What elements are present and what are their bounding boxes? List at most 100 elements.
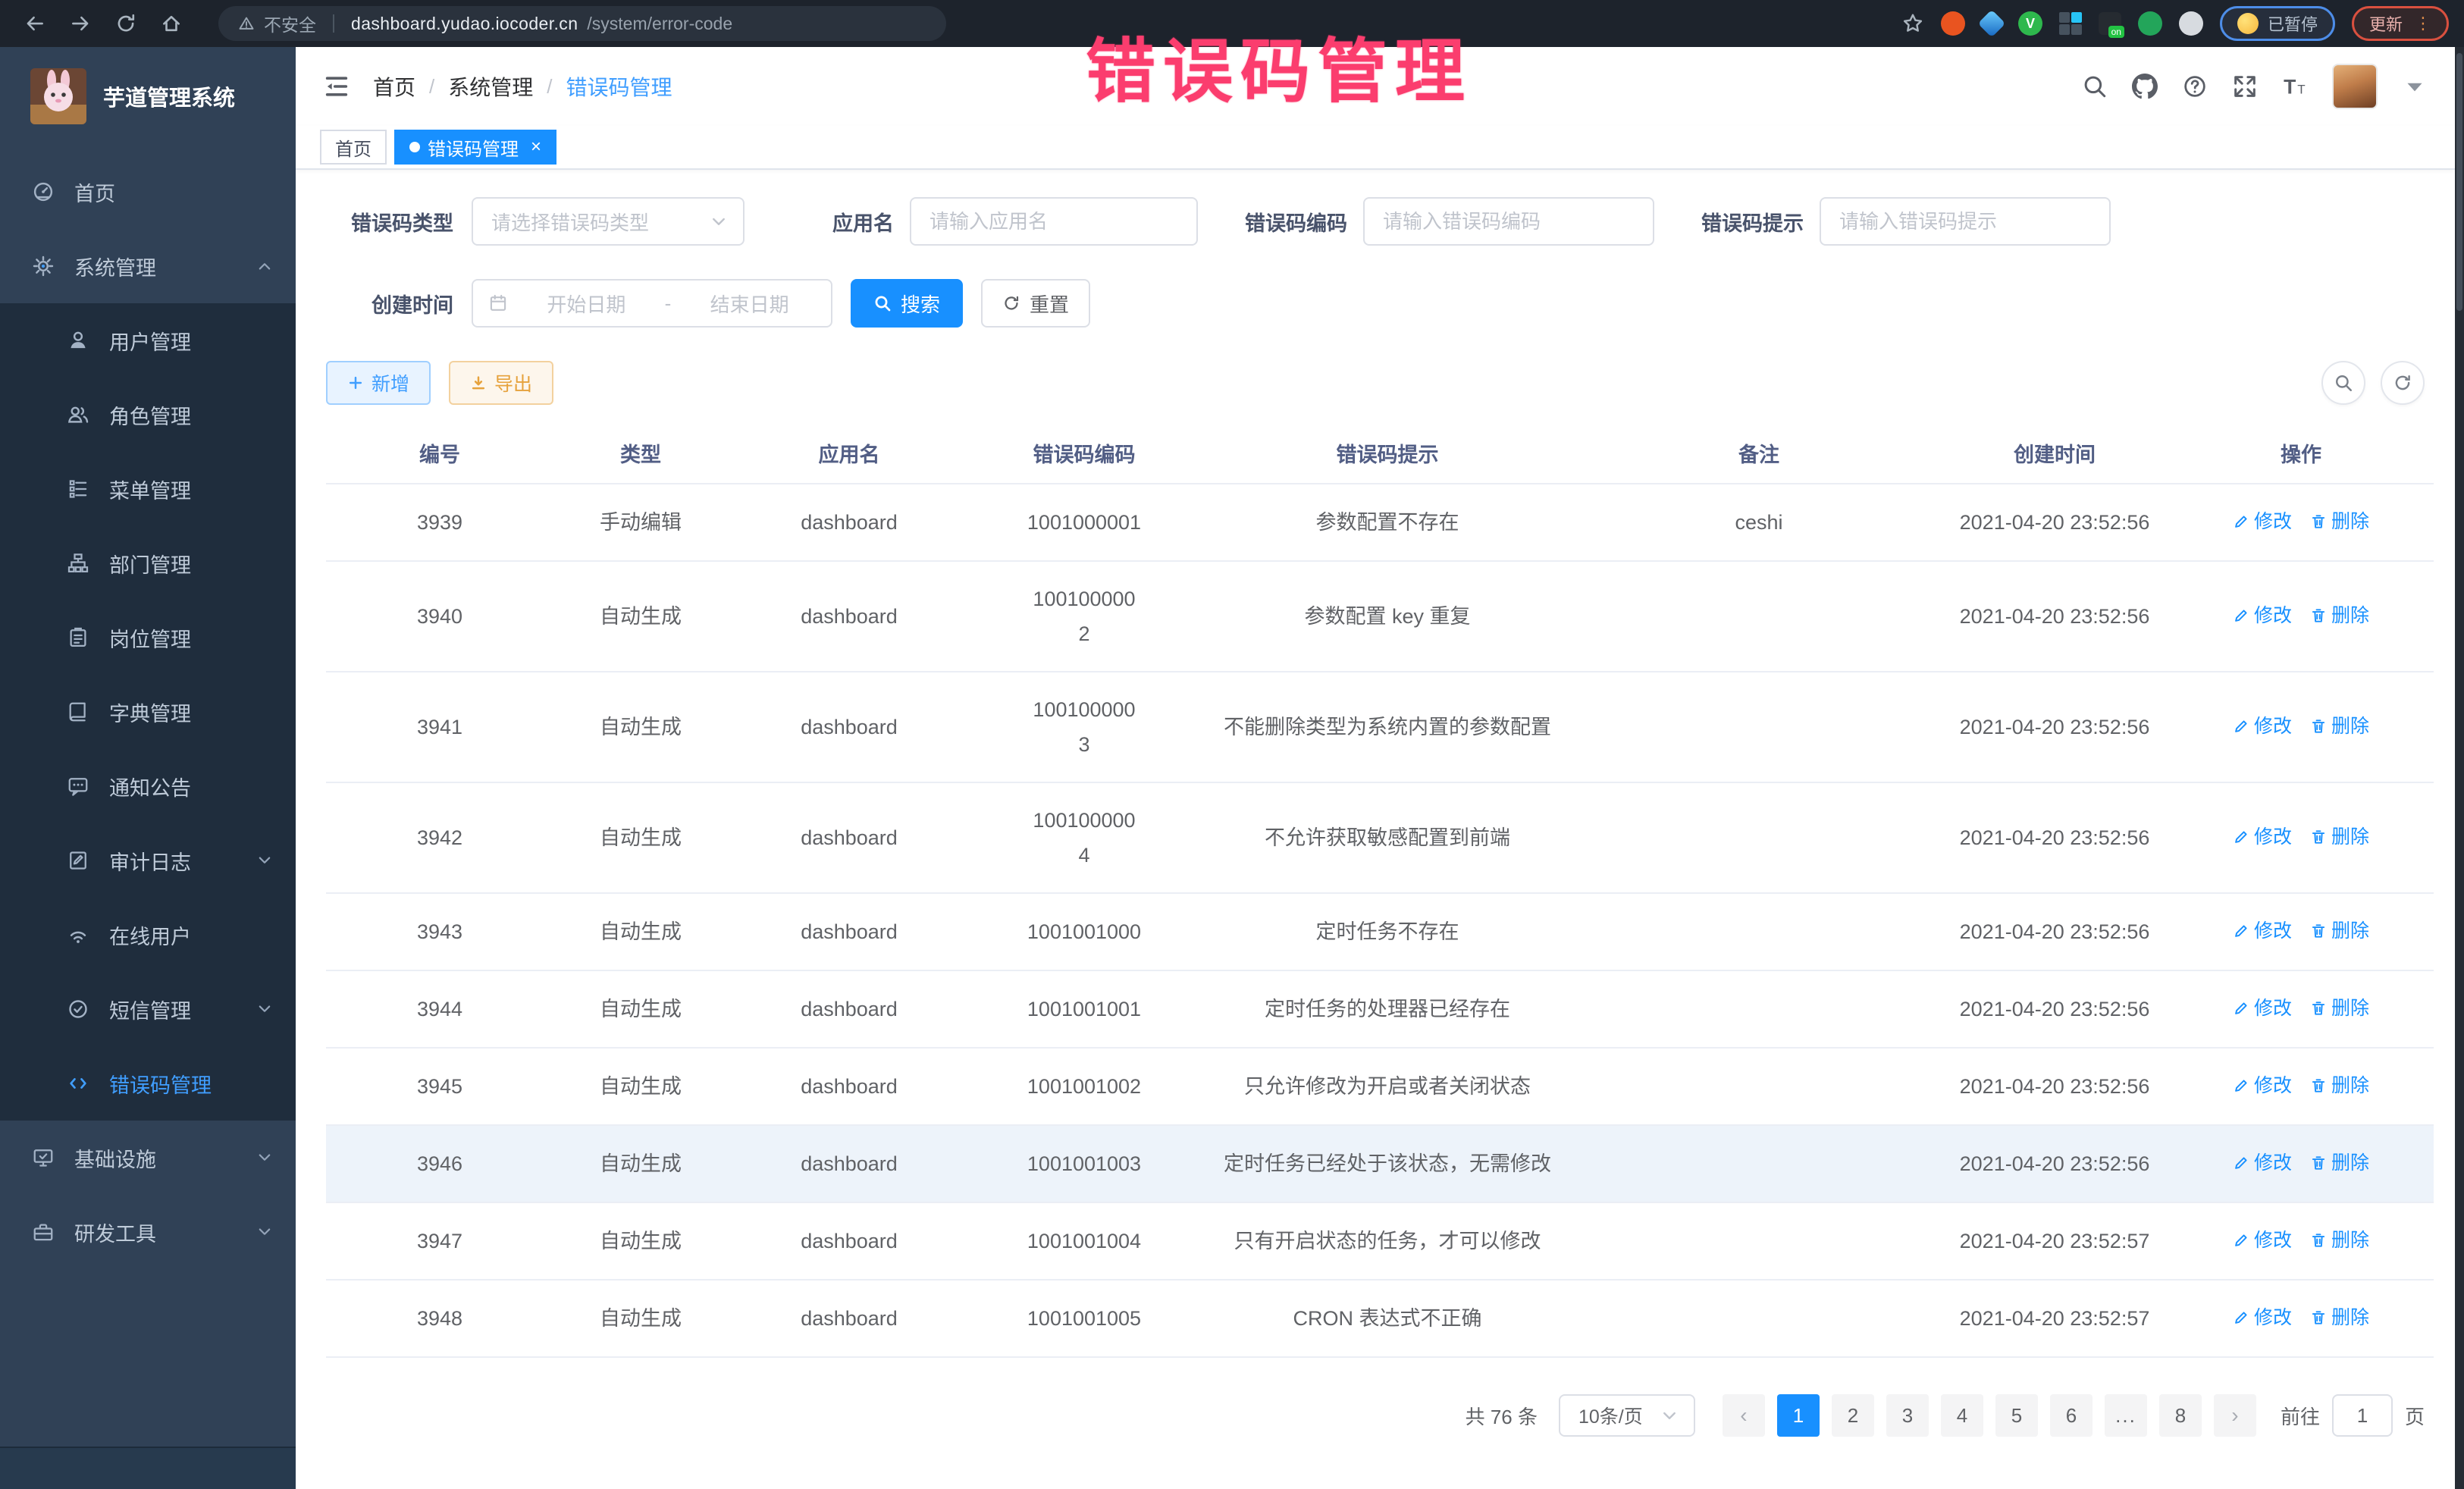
security-label[interactable]: 不安全 bbox=[264, 11, 316, 36]
edit-link[interactable]: 修改 bbox=[2233, 991, 2292, 1026]
sidebar-item-sms-management[interactable]: 短信管理 bbox=[0, 972, 296, 1046]
search-icon[interactable] bbox=[2082, 74, 2108, 99]
ubuntu-extension-icon[interactable] bbox=[1941, 11, 1965, 36]
puzzle-extension-icon[interactable] bbox=[2179, 11, 2203, 36]
agent-extension-icon[interactable] bbox=[2138, 11, 2162, 36]
sidebar-item-dev-tools[interactable]: 研发工具 bbox=[0, 1195, 296, 1269]
gem-extension-icon[interactable] bbox=[1978, 10, 2006, 38]
tab-home[interactable]: 首页 bbox=[320, 130, 387, 165]
delete-link[interactable]: 删除 bbox=[2310, 1146, 2369, 1180]
edit-link[interactable]: 修改 bbox=[2233, 1068, 2292, 1103]
sidebar-item-online-users[interactable]: 在线用户 bbox=[0, 898, 296, 972]
bookmark-star-icon[interactable] bbox=[1901, 12, 1924, 35]
delete-link[interactable]: 删除 bbox=[2310, 504, 2369, 539]
reload-icon[interactable] bbox=[106, 5, 146, 42]
date-range-picker[interactable]: 开始日期 - 结束日期 bbox=[472, 279, 832, 328]
update-badge[interactable]: 更新⋮ bbox=[2352, 6, 2449, 41]
edit-link[interactable]: 修改 bbox=[2233, 1146, 2292, 1180]
page-button-6[interactable]: 6 bbox=[2050, 1394, 2093, 1437]
edit-link[interactable]: 修改 bbox=[2233, 914, 2292, 948]
font-size-icon[interactable]: TT bbox=[2282, 74, 2308, 99]
tiles-extension-icon[interactable] bbox=[2059, 12, 2082, 35]
error-hint-input[interactable] bbox=[1820, 197, 2111, 246]
delete-link[interactable]: 删除 bbox=[2310, 1068, 2369, 1103]
sidebar-item-label: 通知公告 bbox=[109, 772, 191, 801]
refresh-table-button[interactable] bbox=[2381, 361, 2425, 405]
delete-link[interactable]: 删除 bbox=[2310, 598, 2369, 633]
add-button[interactable]: 新增 bbox=[326, 361, 431, 405]
cell-time: 2021-04-20 23:52:56 bbox=[1941, 970, 2168, 1048]
forward-arrow-icon[interactable] bbox=[61, 5, 100, 42]
page-button-8[interactable]: 8 bbox=[2159, 1394, 2202, 1437]
delete-link[interactable]: 删除 bbox=[2310, 1300, 2369, 1335]
edit-link[interactable]: 修改 bbox=[2233, 598, 2292, 633]
back-arrow-icon[interactable] bbox=[15, 5, 55, 42]
delete-link[interactable]: 删除 bbox=[2310, 1223, 2369, 1258]
sidebar-item-label: 首页 bbox=[74, 177, 115, 207]
sidebar-item-system-management[interactable]: 系统管理 bbox=[0, 229, 296, 303]
app-name-input[interactable] bbox=[910, 197, 1198, 246]
home-icon[interactable] bbox=[152, 5, 191, 42]
table-row: 3947自动生成dashboard1001001004只有开启状态的任务，才可以… bbox=[326, 1202, 2434, 1280]
github-icon[interactable] bbox=[2132, 74, 2158, 99]
edit-link[interactable]: 修改 bbox=[2233, 504, 2292, 539]
error-code-input[interactable] bbox=[1363, 197, 1654, 246]
sidebar-item-audit-log[interactable]: 审计日志 bbox=[0, 823, 296, 898]
cell-code: 1001001003 bbox=[970, 1125, 1198, 1202]
edit-link[interactable]: 修改 bbox=[2233, 1300, 2292, 1335]
page-button-3[interactable]: 3 bbox=[1886, 1394, 1929, 1437]
reset-button[interactable]: 重置 bbox=[981, 279, 1090, 328]
toggle-search-button[interactable] bbox=[2321, 361, 2365, 405]
breadcrumb-system[interactable]: 系统管理 bbox=[448, 71, 533, 102]
page-button-1[interactable]: 1 bbox=[1777, 1394, 1820, 1437]
page-button-2[interactable]: 2 bbox=[1832, 1394, 1874, 1437]
delete-link[interactable]: 删除 bbox=[2310, 820, 2369, 854]
v-green-extension-icon[interactable]: V bbox=[2018, 11, 2042, 36]
on-badge-extension-icon[interactable]: on bbox=[2099, 12, 2121, 35]
sidebar-item-infrastructure[interactable]: 基础设施 bbox=[0, 1121, 296, 1195]
sidebar-item-menu-management[interactable]: 菜单管理 bbox=[0, 452, 296, 526]
sidebar-item-role-management[interactable]: 角色管理 bbox=[0, 378, 296, 452]
next-page-button[interactable]: › bbox=[2214, 1394, 2256, 1437]
delete-link[interactable]: 删除 bbox=[2310, 709, 2369, 744]
edit-link[interactable]: 修改 bbox=[2233, 820, 2292, 854]
edit-link[interactable]: 修改 bbox=[2233, 1223, 2292, 1258]
sidebar-fold-icon[interactable] bbox=[323, 73, 350, 100]
prev-page-button[interactable]: ‹ bbox=[1723, 1394, 1765, 1437]
delete-link[interactable]: 删除 bbox=[2310, 991, 2369, 1026]
page: 不安全 dashboard.yudao.iocoder.cn/system/er… bbox=[0, 0, 2464, 1489]
filter-row-2: 创建时间 开始日期 - 结束日期 搜索 重置 bbox=[326, 279, 2425, 328]
cell-remark bbox=[1577, 1048, 1941, 1125]
help-icon[interactable] bbox=[2182, 74, 2208, 99]
sidebar-item-dict-management[interactable]: 字典管理 bbox=[0, 675, 296, 749]
page-button-5[interactable]: 5 bbox=[1995, 1394, 2038, 1437]
close-icon[interactable]: × bbox=[531, 138, 541, 156]
page-button-4[interactable]: 4 bbox=[1941, 1394, 1983, 1437]
edit-link[interactable]: 修改 bbox=[2233, 709, 2292, 744]
sidebar-item-user-management[interactable]: 用户管理 bbox=[0, 303, 296, 378]
sidebar-item-post-management[interactable]: 岗位管理 bbox=[0, 600, 296, 675]
more-vert-icon[interactable]: ⋮ bbox=[2415, 15, 2431, 32]
profile-paused-badge[interactable]: 已暂停 bbox=[2220, 6, 2335, 41]
app-logo-row[interactable]: 芋道管理系统 bbox=[0, 47, 296, 139]
caret-down-icon[interactable] bbox=[2402, 74, 2428, 99]
sidebar-item-home[interactable]: 首页 bbox=[0, 155, 296, 229]
browser-scrollbar[interactable] bbox=[2455, 47, 2464, 1489]
export-button[interactable]: 导出 bbox=[449, 361, 553, 405]
tab-error-code[interactable]: 错误码管理× bbox=[394, 130, 556, 165]
page-size-select[interactable]: 10条/页 bbox=[1559, 1394, 1695, 1437]
sidebar-item-error-code-management[interactable]: 错误码管理 bbox=[0, 1046, 296, 1121]
search-button[interactable]: 搜索 bbox=[851, 279, 963, 328]
goto-page-input[interactable] bbox=[2332, 1394, 2393, 1437]
page-ellipsis[interactable]: ... bbox=[2105, 1394, 2147, 1437]
user-avatar[interactable] bbox=[2332, 64, 2378, 109]
error-type-select[interactable]: 请选择错误码类型 bbox=[472, 197, 745, 246]
address-bar[interactable]: 不安全 dashboard.yudao.iocoder.cn/system/er… bbox=[218, 6, 946, 41]
sidebar-item-dept-management[interactable]: 部门管理 bbox=[0, 526, 296, 600]
sidebar-item-notice-announcement[interactable]: 通知公告 bbox=[0, 749, 296, 823]
fullscreen-icon[interactable] bbox=[2232, 74, 2258, 99]
search-icon bbox=[873, 294, 892, 312]
delete-icon bbox=[2310, 1077, 2327, 1094]
breadcrumb-home[interactable]: 首页 bbox=[373, 71, 415, 102]
delete-link[interactable]: 删除 bbox=[2310, 914, 2369, 948]
